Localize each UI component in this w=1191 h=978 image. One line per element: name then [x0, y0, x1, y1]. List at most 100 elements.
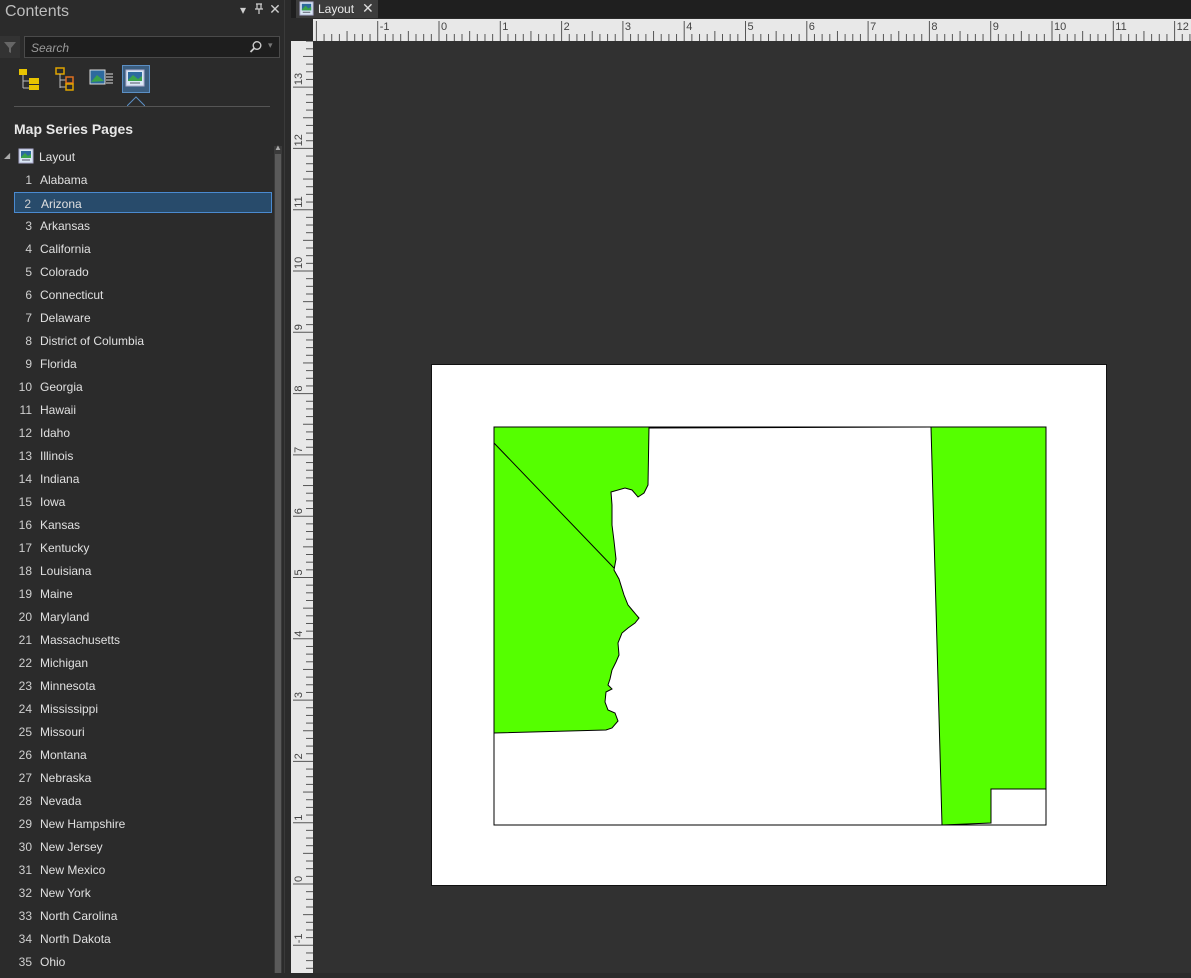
document-tab-bar — [291, 0, 1191, 18]
ruler-label: 12 — [1177, 21, 1189, 33]
map-series-page-item[interactable]: 15 Iowa — [14, 491, 272, 512]
page-number: 25 — [18, 725, 32, 739]
list-by-drawing-order-icon[interactable] — [16, 66, 42, 92]
ruler-label: 1 — [502, 21, 508, 33]
map-series-page-item[interactable]: 17 Kentucky — [14, 537, 272, 558]
tree-root-layout[interactable]: ◢ Layout — [0, 146, 272, 166]
map-series-page-item[interactable]: 13 Illinois — [14, 445, 272, 466]
close-tab-icon[interactable]: ✕ — [362, 0, 374, 17]
pin-icon[interactable] — [252, 3, 266, 18]
map-series-page-item[interactable]: 20 Maryland — [14, 606, 272, 627]
map-series-page-item[interactable]: 25 Missouri — [14, 721, 272, 742]
vertical-ruler-ticks: 131211109876543210-1 — [293, 40, 313, 969]
page-name: Illinois — [40, 449, 74, 463]
search-box[interactable]: ▾ — [24, 36, 280, 58]
page-name: Massachusetts — [40, 633, 121, 647]
map-series-page-item[interactable]: 31 New Mexico — [14, 859, 272, 880]
page-number: 28 — [18, 794, 32, 808]
map-series-page-item[interactable]: 23 Minnesota — [14, 675, 272, 696]
map-series-page-item[interactable]: 24 Mississippi — [14, 698, 272, 719]
tab-label: Layout — [318, 2, 355, 16]
map-series-tree: ◢ Layout 1 Alabama 2 Arizona 3 Arkansas 4 Calif… — [0, 146, 272, 973]
scrollbar-thumb[interactable] — [275, 154, 281, 973]
ruler-label: 4 — [293, 631, 305, 637]
page-number: 29 — [18, 817, 32, 831]
ruler-label: 11 — [1115, 21, 1126, 33]
page-number: 27 — [18, 771, 32, 785]
map-series-page-item[interactable]: 30 New Jersey — [14, 836, 272, 857]
tree-root-label: Layout — [39, 150, 76, 164]
page-name: Missouri — [40, 725, 85, 739]
page-number: 32 — [18, 886, 32, 900]
page-number: 5 — [25, 265, 32, 279]
map-series-page-item[interactable]: 27 Nebraska — [14, 767, 272, 788]
map-series-page-item[interactable]: 5 Colorado — [14, 261, 272, 282]
map-frame[interactable] — [432, 365, 1108, 887]
page-name: Mississippi — [40, 702, 99, 716]
map-series-page-item[interactable]: 28 Nevada — [14, 790, 272, 811]
map-series-page-item[interactable]: 26 Montana — [14, 744, 272, 765]
vertical-ruler[interactable]: 13 12 11 10 9 8 7 6 5 4 3 2 1 0 -1 — [291, 40, 313, 973]
map-series-page-item[interactable]: 11 Hawaii — [14, 399, 272, 420]
map-series-page-item[interactable]: 9 Florida — [14, 353, 272, 374]
map-series-page-item[interactable]: 29 New Hampshire — [14, 813, 272, 834]
page-name: Arkansas — [40, 219, 91, 233]
ruler-corner — [291, 19, 313, 41]
map-series-page-item[interactable]: 19 Maine — [14, 583, 272, 604]
view-divider — [14, 106, 270, 107]
filter-icon[interactable] — [0, 36, 20, 58]
map-series-page-item[interactable]: 14 Indiana — [14, 468, 272, 489]
map-series-page-item[interactable]: 1 Alabama — [14, 169, 272, 190]
close-pane-icon[interactable]: ✕ — [268, 1, 282, 18]
map-series-page-item[interactable]: 21 Massachusetts — [14, 629, 272, 650]
ruler-label: -1 — [293, 934, 305, 944]
page-name: Maryland — [40, 610, 90, 624]
map-series-page-item[interactable]: 34 North Dakota — [14, 928, 272, 949]
page-name: Ohio — [40, 955, 66, 969]
map-series-page-item[interactable]: 33 North Carolina — [14, 905, 272, 926]
search-input[interactable] — [29, 39, 243, 57]
map-series-page-item[interactable]: 8 District of Columbia — [14, 330, 272, 351]
page-number: 22 — [18, 656, 32, 670]
map-series-page-item[interactable]: 18 Louisiana — [14, 560, 272, 581]
list-by-source-icon[interactable] — [52, 66, 78, 92]
map-series-page-item[interactable]: 16 Kansas — [14, 514, 272, 535]
map-series-page-item[interactable]: 2 Arizona — [14, 192, 272, 213]
map-series-page-item[interactable]: 10 Georgia — [14, 376, 272, 397]
map-series-pages-icon[interactable] — [122, 65, 150, 93]
map-series-page-item[interactable]: 35 Ohio — [14, 951, 272, 972]
page-number: 3 — [25, 219, 32, 233]
search-options-icon[interactable]: ▾ — [268, 40, 273, 51]
contents-pane: Contents ▾ ✕ ▾ — [0, 0, 285, 973]
map-series-page-item[interactable]: 32 New York — [14, 882, 272, 903]
page-number: 4 — [25, 242, 32, 256]
page-number: 26 — [18, 748, 32, 762]
map-series-page-item[interactable]: 4 California — [14, 238, 272, 259]
map-series-page-item[interactable]: 12 Idaho — [14, 422, 272, 443]
page-number: 23 — [18, 679, 32, 693]
page-number: 15 — [18, 495, 32, 509]
search-icon[interactable] — [249, 40, 263, 54]
page-name: Michigan — [40, 656, 89, 670]
ruler-label: 8 — [293, 385, 305, 391]
expand-arrow-icon[interactable]: ◢ — [4, 151, 10, 160]
horizontal-ruler[interactable]: -1 0 1 2 3 4 5 6 7 8 9 10 11 12 — [313, 19, 1191, 41]
map-series-page-item[interactable]: 3 Arkansas — [14, 215, 272, 236]
layout-page[interactable] — [431, 364, 1107, 886]
map-series-page-item[interactable]: 7 Delaware — [14, 307, 272, 328]
page-name: Connecticut — [40, 288, 104, 302]
tab-layout[interactable]: Layout ✕ — [296, 0, 378, 18]
page-number: 19 — [18, 587, 32, 601]
page-number: 8 — [25, 334, 32, 348]
ruler-label: 5 — [293, 569, 305, 575]
ruler-label: 9 — [993, 21, 999, 33]
page-name: Florida — [40, 357, 77, 371]
list-by-type-icon[interactable] — [88, 66, 114, 92]
map-series-page-item[interactable]: 22 Michigan — [14, 652, 272, 673]
ruler-label: 2 — [293, 753, 305, 759]
pane-options-icon[interactable]: ▾ — [236, 3, 250, 17]
map-series-page-item[interactable]: 6 Connecticut — [14, 284, 272, 305]
scroll-up-icon[interactable]: ▲ — [274, 143, 282, 152]
page-number: 10 — [18, 380, 32, 394]
ruler-label: 6 — [293, 508, 305, 514]
